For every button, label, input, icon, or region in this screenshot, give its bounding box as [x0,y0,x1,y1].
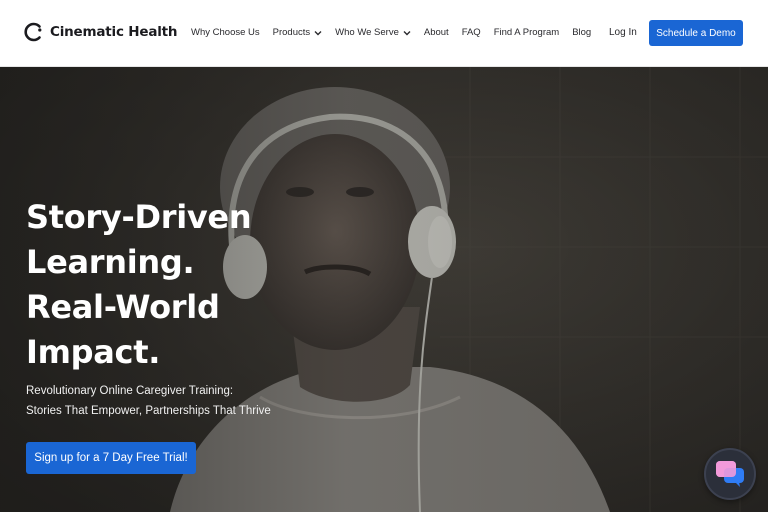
schedule-demo-button[interactable]: Schedule a Demo [649,20,743,46]
main-nav: Why Choose Us Products Who We Serve Abou… [191,27,604,38]
nav-blog[interactable]: Blog [572,27,591,38]
hero-subtitle: Revolutionary Online Caregiver Training:… [26,381,271,421]
hero-title: Story-Driven Learning. Real-World Impact… [26,195,326,375]
nav-label: About [423,27,449,38]
chat-widget-button[interactable] [704,448,756,500]
nav-who-we-serve[interactable]: Who We Serve [335,27,411,38]
nav-find-a-program[interactable]: Find A Program [494,27,559,38]
chevron-down-icon [403,30,411,35]
free-trial-button[interactable]: Sign up for a 7 Day Free Trial! [26,442,196,474]
hero-subtitle-line: Revolutionary Online Caregiver Training: [26,385,234,397]
nav-about[interactable]: About [424,27,449,38]
nav-label: Who We Serve [335,27,399,38]
hero-title-line: Learning. [26,243,195,281]
nav-label: FAQ [461,27,481,38]
hero-section: Story-Driven Learning. Real-World Impact… [0,67,768,512]
hero-title-line: Story-Driven [26,198,252,236]
chevron-down-icon [314,30,322,35]
nav-why-choose-us[interactable]: Why Choose Us [191,27,260,38]
hero-title-line: Impact. [26,333,161,371]
nav-label: Blog [572,27,592,38]
nav-label: Why Choose Us [191,27,260,38]
chat-bubbles-icon [716,461,744,487]
brand-name: Cinematic Health [50,24,178,40]
brand-logo-icon [24,22,42,42]
brand-logo[interactable]: Cinematic Health [24,22,178,42]
site-header: Cinematic Health Why Choose Us Products … [0,0,768,67]
nav-label: Find A Program [493,27,560,38]
hero-subtitle-line: Stories That Empower, Partnerships That … [26,405,271,417]
nav-label: Products [272,27,311,38]
login-link[interactable]: Log In [609,27,637,38]
nav-products[interactable]: Products [273,27,323,38]
nav-faq[interactable]: FAQ [462,27,481,38]
hero-title-line: Real-World [26,288,220,326]
